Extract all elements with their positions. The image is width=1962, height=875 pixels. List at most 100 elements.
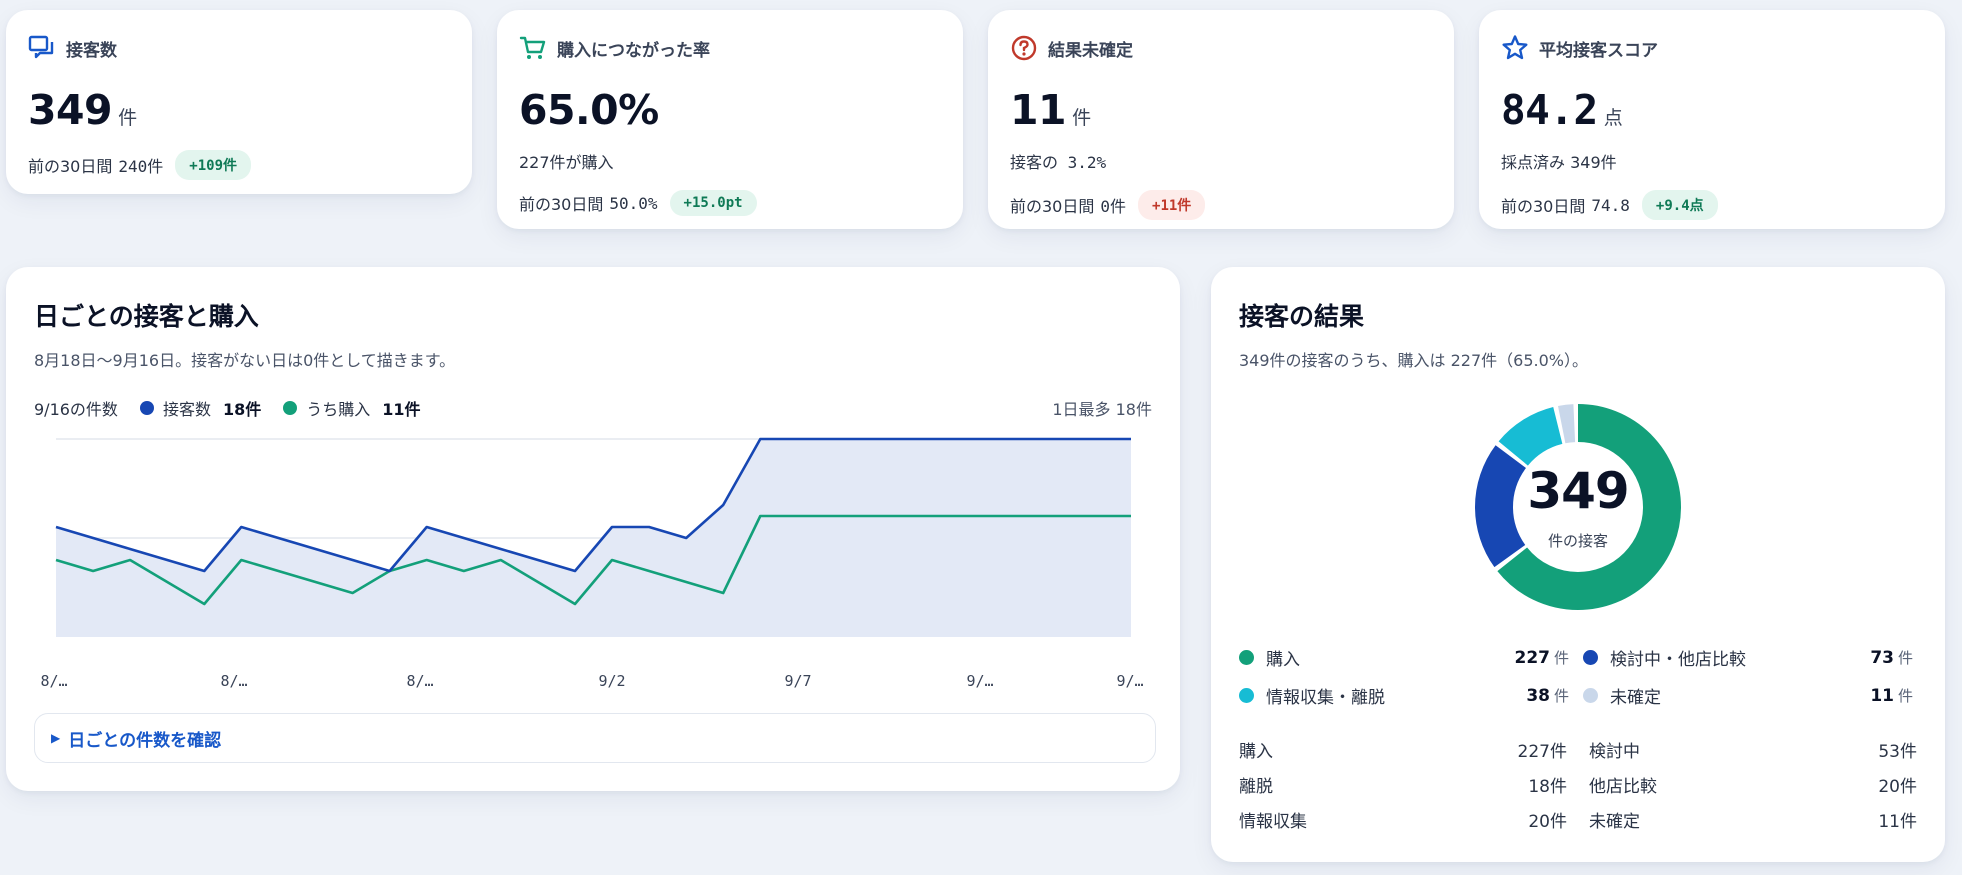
x-tick-label: 9/2 xyxy=(598,672,626,690)
compare-label: 前の30日間 xyxy=(28,157,113,176)
x-tick-label: 9/… xyxy=(1116,672,1144,690)
kpi-unit: 点 xyxy=(1603,107,1623,129)
compare-label: 前の30日間 xyxy=(1501,197,1586,216)
kpi-value: 65.0% xyxy=(519,86,659,134)
breakdown-row: 購入 227件 xyxy=(1239,737,1567,762)
kpi-label: 結果未確定 xyxy=(1048,40,1133,61)
kpi-card-score: 平均接客スコア 84.2 点 採点済み 349件 前の30日間 74.8 +9.… xyxy=(1479,10,1945,229)
kpi-sub: 採点済み 349件 xyxy=(1501,153,1617,172)
legend-name: 購入 xyxy=(1266,650,1300,670)
outcome-legend-item: 情報収集・離脱 38 件 xyxy=(1239,683,1569,708)
breakdown-name: 未確定 xyxy=(1589,812,1640,832)
breakdown-row: 他店比較 20件 xyxy=(1589,772,1917,797)
chart-title: 日ごとの接客と購入 xyxy=(34,302,259,331)
kpi-compare: 前の30日間 240件 +109件 xyxy=(28,150,251,180)
kpi-card-purchase-rate: 購入につながった率 65.0% 227件が購入 前の30日間 50.0% +15… xyxy=(497,10,963,229)
daily-line-chart xyxy=(55,437,1131,637)
kpi-compare: 前の30日間 74.8 +9.4点 xyxy=(1501,190,1718,220)
triangle-right-icon: ▶ xyxy=(51,731,61,745)
legend-date: 9/16の件数 xyxy=(34,400,118,419)
kpi-compare: 前の30日間 0件 +11件 xyxy=(1010,190,1206,220)
legend-value: 38 xyxy=(1526,685,1550,706)
kpi-unit: 件 xyxy=(1072,107,1092,129)
legend-value: 11件 xyxy=(382,400,421,419)
breakdown-name: 離脱 xyxy=(1239,777,1273,797)
x-axis-labels: 8/… 8/… 8/… 9/2 9/7 9/… 9/… xyxy=(6,672,1186,696)
breakdown-value: 227件 xyxy=(1517,742,1567,762)
compare-label: 前の30日間 xyxy=(519,195,604,214)
kpi-value: 84.2 xyxy=(1501,86,1598,134)
x-tick-label: 8/… xyxy=(220,672,248,690)
breakdown-value: 20件 xyxy=(1528,812,1567,832)
kpi-card-visits: 接客数 349 件 前の30日間 240件 +109件 xyxy=(6,10,472,194)
kpi-unit: 件 xyxy=(118,107,138,129)
legend-name: 情報収集・離脱 xyxy=(1266,688,1385,708)
kpi-card-undetermined: 結果未確定 11 件 接客の 3.2% 前の30日間 0件 +11件 xyxy=(988,10,1454,229)
outcome-legend-item: 購入 227 件 xyxy=(1239,645,1569,670)
legend-value: 227 xyxy=(1514,647,1550,668)
cart-icon xyxy=(519,34,547,62)
legend-dot xyxy=(1583,650,1598,665)
x-tick-label: 9/7 xyxy=(784,672,812,690)
daily-max-label: 1日最多 18件 xyxy=(1052,400,1152,419)
daily-chart-card: 日ごとの接客と購入 8月18日〜9月16日。接客がない日は0件として描きます。 … xyxy=(6,267,1180,791)
legend-dot-purchases xyxy=(283,401,298,415)
legend-name: うち購入 xyxy=(306,400,371,419)
chat-bubbles-icon xyxy=(28,34,56,62)
kpi-label: 接客数 xyxy=(66,40,117,61)
x-tick-label: 9/… xyxy=(966,672,994,690)
details-label: 日ごとの件数を確認 xyxy=(68,730,222,751)
legend-unit: 件 xyxy=(1897,687,1913,705)
outcome-description: 349件の接客のうち、購入は 227件（65.0%）。 xyxy=(1239,351,1588,370)
breakdown-row: 離脱 18件 xyxy=(1239,772,1567,797)
breakdown-row: 未確定 11件 xyxy=(1589,807,1917,832)
legend-dot xyxy=(1239,688,1254,703)
legend-name: 未確定 xyxy=(1610,688,1661,708)
compare-value: 74.8 xyxy=(1591,195,1630,215)
kpi-value: 11 xyxy=(1010,86,1067,134)
daily-details-toggle[interactable]: ▶ 日ごとの件数を確認 xyxy=(34,713,1156,763)
legend-dot-visits xyxy=(139,401,154,415)
kpi-compare: 前の30日間 50.0% +15.0pt xyxy=(519,190,757,216)
legend-dot xyxy=(1583,688,1598,703)
chart-legend: 9/16の件数 接客数 18件 うち購入 11件 xyxy=(34,396,421,420)
kpi-value: 349 xyxy=(28,86,113,134)
breakdown-row: 検討中 53件 xyxy=(1589,737,1917,762)
legend-dot xyxy=(1239,650,1254,665)
breakdown-value: 20件 xyxy=(1878,777,1917,797)
chart-description: 8月18日〜9月16日。接客がない日は0件として描きます。 xyxy=(34,351,456,370)
breakdown-value: 53件 xyxy=(1878,742,1917,762)
legend-value: 11 xyxy=(1870,685,1894,706)
legend-unit: 件 xyxy=(1897,649,1913,667)
legend-unit: 件 xyxy=(1553,687,1569,705)
x-tick-label: 8/… xyxy=(406,672,434,690)
outcome-legend-item: 未確定 11 件 xyxy=(1583,683,1913,708)
legend-value: 73 xyxy=(1870,647,1894,668)
kpi-label: 購入につながった率 xyxy=(557,40,710,61)
breakdown-value: 18件 xyxy=(1528,777,1567,797)
compare-value: 0件 xyxy=(1100,197,1127,216)
delta-badge: +11件 xyxy=(1138,190,1206,220)
outcome-legend-item: 検討中・他店比較 73 件 xyxy=(1583,645,1913,670)
outcome-card: 接客の結果 349件の接客のうち、購入は 227件（65.0%）。 349 件の… xyxy=(1211,267,1945,862)
legend-unit: 件 xyxy=(1553,649,1569,667)
breakdown-name: 購入 xyxy=(1239,742,1273,762)
legend-name: 検討中・他店比較 xyxy=(1610,650,1746,670)
breakdown-row: 情報収集 20件 xyxy=(1239,807,1567,832)
breakdown-value: 11件 xyxy=(1878,812,1917,832)
donut-total-label: 件の接客 xyxy=(1547,532,1608,550)
kpi-sub: 227件が購入 xyxy=(519,153,614,172)
kpi-sub: 接客の 3.2% xyxy=(1010,153,1107,172)
breakdown-name: 情報収集 xyxy=(1239,812,1307,832)
breakdown-name: 検討中 xyxy=(1589,742,1640,762)
outcome-title: 接客の結果 xyxy=(1239,302,1365,331)
compare-value: 240件 xyxy=(118,157,164,176)
legend-name: 接客数 xyxy=(162,400,211,419)
delta-badge: +15.0pt xyxy=(669,190,757,216)
compare-label: 前の30日間 xyxy=(1010,197,1095,216)
donut-total: 349 xyxy=(1527,462,1629,520)
star-icon xyxy=(1501,34,1529,62)
delta-badge: +109件 xyxy=(175,150,251,180)
delta-badge: +9.4点 xyxy=(1641,190,1718,220)
breakdown-name: 他店比較 xyxy=(1589,777,1657,797)
